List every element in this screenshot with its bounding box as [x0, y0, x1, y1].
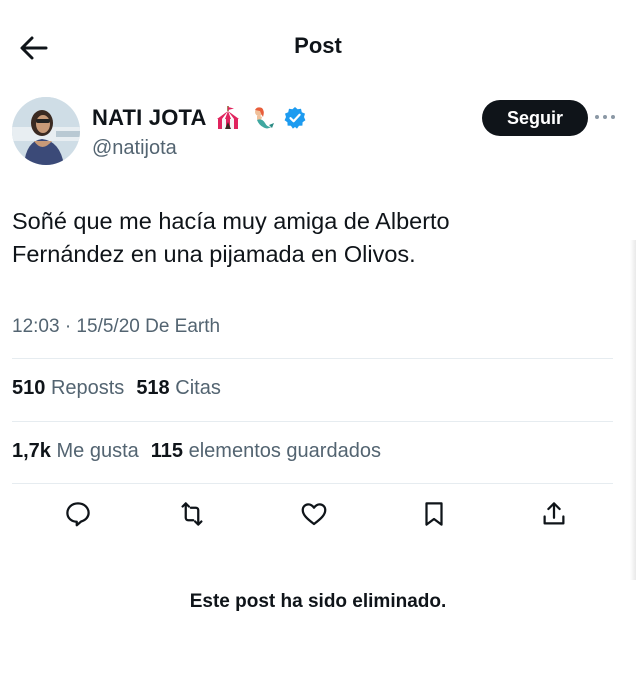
author-name[interactable]: NATI JOTA	[92, 105, 207, 131]
quotes-count: 518	[136, 377, 170, 399]
avatar[interactable]	[12, 97, 80, 165]
author-handle[interactable]: @natijota	[92, 137, 177, 160]
reposts-stat[interactable]: 510 Reposts	[12, 377, 124, 400]
bookmarks-count: 115	[150, 440, 184, 462]
likes-stat[interactable]: 1,7k Me gusta	[12, 440, 139, 463]
quotes-label: Citas	[175, 377, 221, 399]
circus-tent-icon	[215, 105, 241, 131]
reposts-count: 510	[12, 377, 46, 399]
reply-icon	[66, 502, 90, 527]
bookmarks-label: elementos guardados	[188, 440, 381, 462]
tweet-timestamp[interactable]: 12:03 · 15/5/20 De Earth	[12, 316, 220, 338]
author-name-row: NATI JOTA	[92, 103, 307, 133]
page-title: Post	[294, 33, 342, 58]
action-bar	[12, 496, 613, 536]
like-icon	[301, 503, 327, 526]
tweet-text-line: Soñé que me hacía muy amiga de Alberto	[12, 208, 450, 234]
divider	[12, 358, 613, 359]
mermaid-icon	[249, 105, 275, 131]
likes-label: Me gusta	[56, 440, 139, 462]
bookmarks-stat[interactable]: 115 elementos guardados	[151, 440, 381, 463]
verified-badge-icon	[283, 106, 307, 130]
reposts-label: Reposts	[50, 377, 125, 399]
deleted-notice: Este post ha sido eliminado.	[189, 591, 447, 612]
bookmark-icon	[425, 502, 443, 526]
share-icon	[543, 502, 565, 525]
divider	[12, 421, 613, 422]
stats-row-reposts: 510 Reposts 518 Citas	[12, 377, 233, 400]
divider	[12, 483, 613, 484]
page-edge-shadow	[630, 240, 636, 580]
top-bar: Post	[0, 0, 636, 95]
more-horizontal-icon	[595, 115, 615, 119]
share-button[interactable]	[536, 496, 572, 532]
likes-count: 1,7k	[12, 440, 51, 462]
tweet-text: Soñé que me hacía muy amiga de Alberto F…	[12, 205, 572, 271]
repost-icon	[181, 502, 203, 526]
quotes-stat[interactable]: 518 Citas	[136, 377, 221, 400]
tweet-text-line: Fernández en una pijamada en Olivos.	[12, 241, 416, 267]
avatar-photo	[12, 97, 80, 165]
follow-button[interactable]: Seguir	[482, 100, 588, 136]
stats-row-likes: 1,7k Me gusta 115 elementos guardados	[12, 440, 393, 463]
bookmark-button[interactable]	[416, 496, 452, 532]
repost-button[interactable]	[174, 496, 210, 532]
like-button[interactable]	[296, 496, 332, 532]
more-options-button[interactable]	[590, 107, 620, 127]
reply-button[interactable]	[60, 496, 96, 532]
author-block: NATI JOTA @natijota Seguir	[12, 97, 622, 177]
